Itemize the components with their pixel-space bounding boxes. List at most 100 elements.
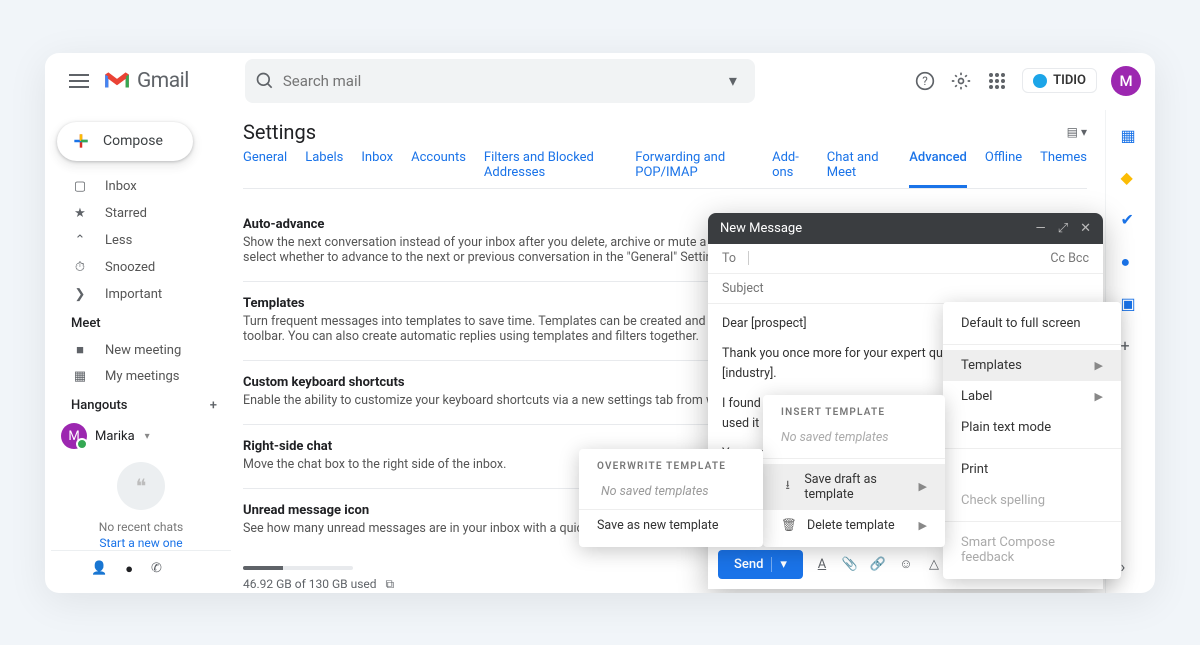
open-in-new-icon[interactable]: ⧉: [386, 577, 395, 591]
plus-icon: [71, 131, 91, 151]
support-button[interactable]: ?: [914, 70, 936, 92]
menu-save-draft-as-template[interactable]: ⭳Save draft as template▶: [763, 464, 945, 510]
menu-no-saved-templates: No saved templates: [579, 478, 763, 509]
star-icon: ★: [71, 206, 89, 221]
attach-icon[interactable]: 📎: [841, 557, 859, 572]
more-options-menu: Default to full screen Templates▶ Label▶…: [943, 302, 1121, 579]
menu-section-label: INSERT TEMPLATE: [763, 401, 945, 422]
tab-addons[interactable]: Add-ons: [772, 150, 809, 188]
sidebar-item-starred[interactable]: ★ Starred: [51, 200, 231, 227]
sidebar-item-important[interactable]: ❯Important: [51, 281, 231, 308]
video-icon[interactable]: ▣: [1121, 294, 1141, 314]
menu-print[interactable]: Print: [943, 454, 1121, 485]
to-label: To: [722, 251, 748, 266]
compose-button[interactable]: Compose: [57, 122, 193, 162]
tab-filters[interactable]: Filters and Blocked Addresses: [484, 150, 617, 188]
search-bar[interactable]: ▾: [245, 59, 755, 103]
submenu-arrow-icon: ▶: [919, 519, 927, 532]
sidebar-item-inbox[interactable]: ▢ Inbox: [51, 173, 231, 200]
hangouts-user[interactable]: M Marika ▾: [51, 419, 231, 453]
templates-submenu: INSERT TEMPLATE No saved templates ⭳Save…: [763, 395, 945, 547]
search-options-dropdown[interactable]: ▾: [721, 71, 745, 90]
phone-icon[interactable]: ✆: [151, 561, 162, 577]
minimize-icon[interactable]: —: [1036, 221, 1046, 236]
input-tools-dropdown[interactable]: ▤ ▾: [1067, 125, 1087, 139]
sidebar-item-new-meeting[interactable]: ■New meeting: [51, 337, 231, 364]
close-icon[interactable]: ✕: [1080, 221, 1091, 236]
calendar-icon[interactable]: ▦: [1121, 126, 1141, 146]
inbox-icon: ▢: [71, 179, 89, 194]
chat-bubble-icon[interactable]: ●: [125, 561, 133, 577]
product-name: Gmail: [137, 69, 189, 93]
menu-save-as-new-template[interactable]: Save as new template: [579, 509, 763, 541]
tab-labels[interactable]: Labels: [305, 150, 343, 188]
to-field-row[interactable]: To Cc Bcc: [708, 244, 1103, 274]
chevron-up-icon: ⌃: [71, 233, 89, 248]
to-input[interactable]: [748, 251, 1050, 265]
tab-accounts[interactable]: Accounts: [411, 150, 466, 188]
collapse-panel-button[interactable]: ›: [1121, 557, 1141, 577]
user-avatar: M: [61, 423, 87, 449]
menu-smart-compose-feedback[interactable]: Smart Compose feedback: [943, 527, 1121, 573]
text-format-icon[interactable]: A: [813, 557, 831, 572]
send-options-dropdown[interactable]: ▾: [771, 557, 787, 572]
apps-button[interactable]: [986, 70, 1008, 92]
menu-label[interactable]: Label▶: [943, 381, 1121, 412]
menu-check-spelling[interactable]: Check spelling: [943, 485, 1121, 516]
sidebar-item-snoozed[interactable]: ⏱Snoozed: [51, 254, 231, 281]
page-title: Settings: [243, 120, 316, 144]
tab-advanced[interactable]: Advanced: [909, 150, 967, 188]
send-button[interactable]: Send▾: [718, 550, 803, 579]
tab-chat-meet[interactable]: Chat and Meet: [827, 150, 891, 188]
save-template-submenu: OVERWRITE TEMPLATE No saved templates Sa…: [579, 449, 763, 547]
tab-offline[interactable]: Offline: [985, 150, 1022, 188]
contacts-icon[interactable]: ●: [1121, 252, 1141, 272]
tab-forwarding[interactable]: Forwarding and POP/IMAP: [635, 150, 754, 188]
keep-icon[interactable]: ◆: [1121, 168, 1141, 188]
sidebar-item-less[interactable]: ⌃Less: [51, 227, 231, 254]
compose-title: New Message: [720, 221, 802, 236]
tab-general[interactable]: General: [243, 150, 287, 188]
app-header: Gmail ▾ ? TIDIO M: [45, 53, 1155, 109]
menu-plain-text[interactable]: Plain text mode: [943, 412, 1121, 443]
hamburger-icon: [69, 74, 89, 88]
cc-button[interactable]: Cc: [1050, 251, 1065, 266]
add-panel-button[interactable]: +: [1121, 336, 1141, 356]
submenu-arrow-icon: ▶: [919, 480, 927, 493]
meet-section-header: Meet: [51, 308, 231, 337]
link-icon[interactable]: 🔗: [869, 557, 887, 572]
account-avatar[interactable]: M: [1111, 66, 1141, 96]
sidebar-item-label: Inbox: [105, 179, 137, 194]
tab-inbox[interactable]: Inbox: [361, 150, 393, 188]
submenu-arrow-icon: ▶: [1095, 390, 1103, 403]
hangouts-icon: ❝: [117, 462, 165, 510]
subject-input[interactable]: [722, 281, 1089, 296]
tasks-icon[interactable]: ✔: [1121, 210, 1141, 230]
menu-delete-template[interactable]: 🗑Delete template▶: [763, 510, 945, 541]
search-icon: [255, 71, 275, 91]
fullscreen-icon[interactable]: ⤢: [1058, 221, 1068, 236]
compose-header[interactable]: New Message — ⤢ ✕: [708, 213, 1103, 244]
header-right: ? TIDIO M: [914, 66, 1141, 96]
tab-themes[interactable]: Themes: [1040, 150, 1087, 188]
settings-button[interactable]: [950, 70, 972, 92]
subject-row[interactable]: [708, 274, 1103, 304]
start-chat-link[interactable]: Start a new one: [51, 536, 231, 550]
sidebar-item-label: Starred: [105, 206, 147, 221]
compose-label: Compose: [103, 133, 163, 149]
emoji-icon[interactable]: ☺: [897, 556, 915, 572]
trash-icon: 🗑: [781, 518, 797, 533]
hangouts-section-header: Hangouts+: [51, 390, 231, 419]
search-input[interactable]: [275, 72, 721, 90]
main-menu-button[interactable]: [59, 61, 99, 101]
person-icon[interactable]: 👤: [91, 561, 107, 577]
sidebar-item-my-meetings[interactable]: ▦My meetings: [51, 364, 231, 391]
tidio-chip[interactable]: TIDIO: [1022, 68, 1097, 93]
menu-templates[interactable]: Templates▶: [943, 350, 1121, 381]
bcc-button[interactable]: Bcc: [1068, 251, 1089, 266]
new-chat-button[interactable]: +: [210, 398, 217, 413]
drive-icon[interactable]: △: [925, 557, 943, 572]
storage-text: 46.92 GB of 130 GB used: [243, 577, 377, 591]
settings-tabs: General Labels Inbox Accounts Filters an…: [243, 150, 1087, 189]
menu-default-fullscreen[interactable]: Default to full screen: [943, 308, 1121, 339]
